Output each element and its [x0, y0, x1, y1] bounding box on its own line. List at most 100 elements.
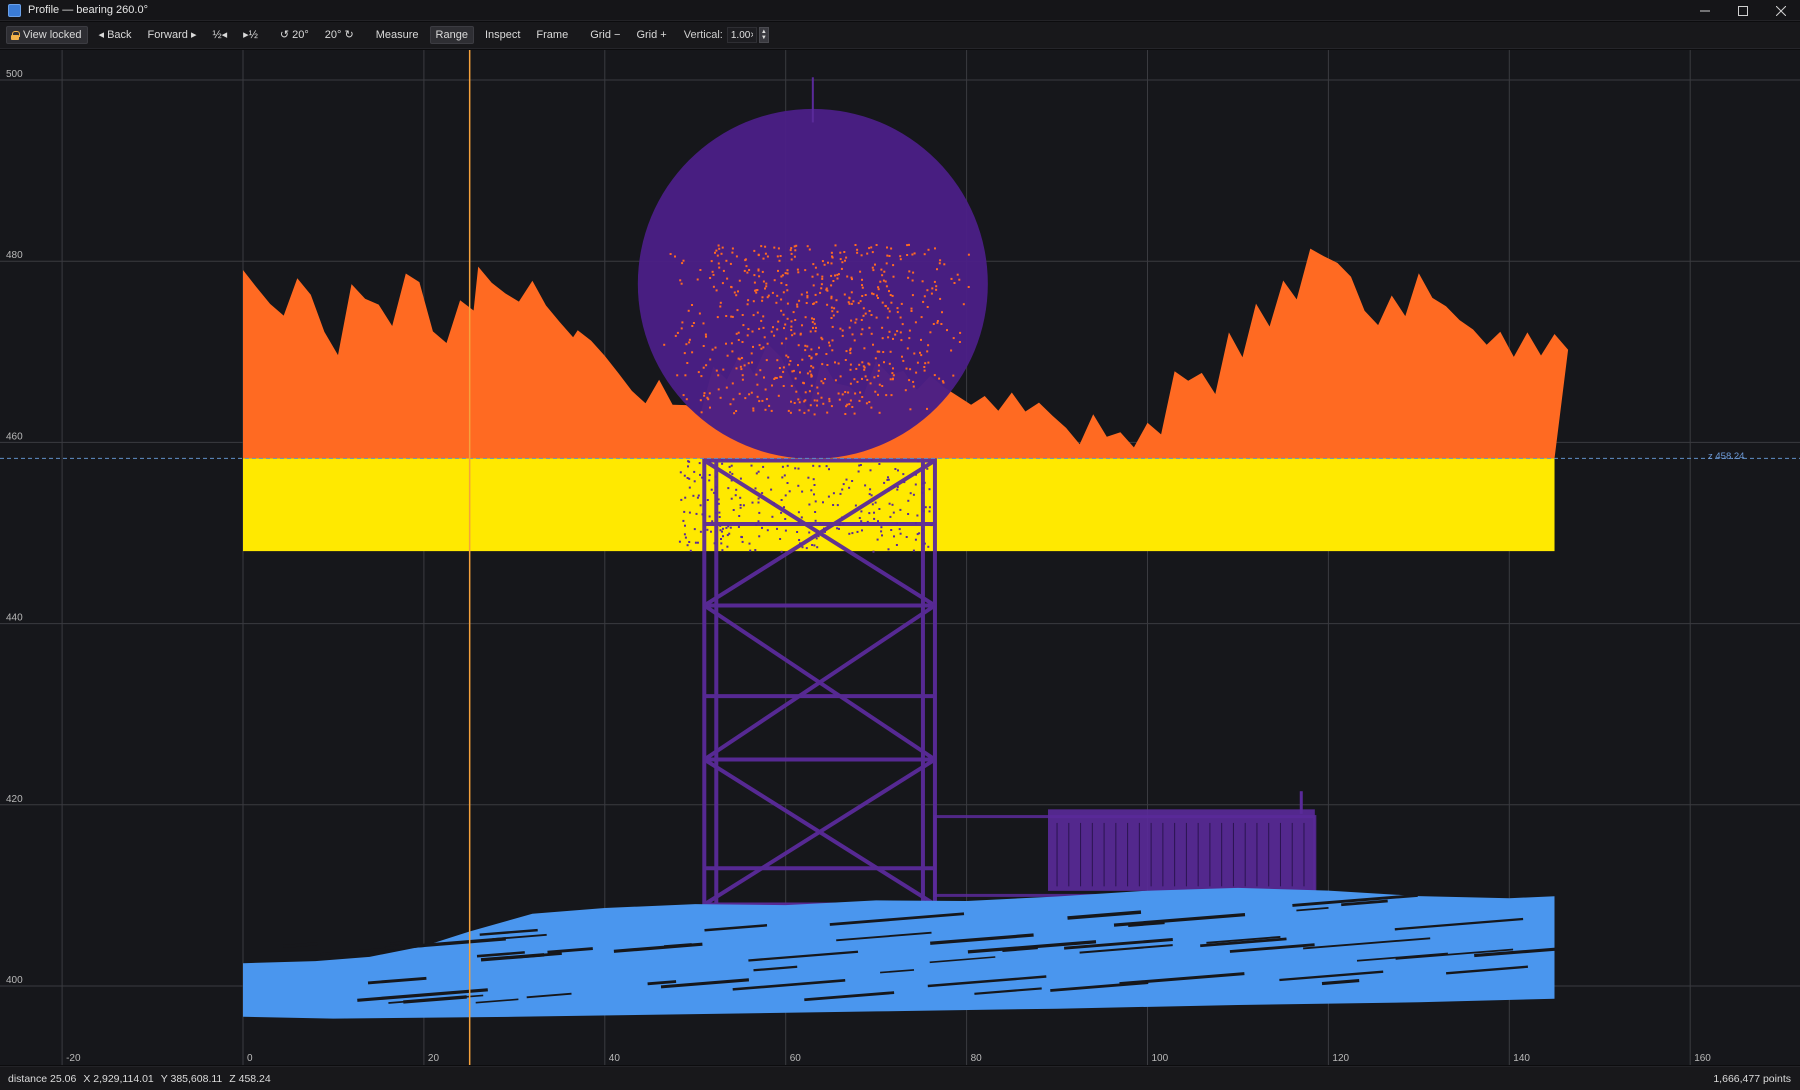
tower-speckle-point	[923, 542, 926, 545]
dome-speckle-point	[837, 362, 840, 365]
view-locked-button[interactable]: View locked	[6, 26, 88, 44]
dome-speckle-point	[952, 374, 955, 377]
tower-speckle-point	[916, 533, 919, 536]
dome-speckle-point	[773, 378, 776, 380]
tower-speckle-point	[794, 467, 797, 470]
tower-speckle-point	[838, 527, 840, 530]
rotate-left-button[interactable]: ↺ 20°	[275, 26, 314, 44]
dome-speckle-point	[782, 385, 785, 387]
inspect-button[interactable]: Inspect	[480, 26, 525, 44]
dome-speckle-point	[778, 367, 781, 369]
dome-speckle-point	[731, 315, 734, 318]
maximize-button[interactable]	[1724, 0, 1762, 21]
tower-speckle-point	[808, 531, 811, 534]
dome-speckle-point	[784, 272, 787, 275]
dome-speckle-point	[676, 331, 679, 334]
dome-speckle-point	[922, 300, 925, 303]
tower-speckle-point	[718, 511, 721, 514]
dome-speckle-point	[761, 296, 764, 299]
dome-speckle-point	[806, 245, 809, 248]
measure-button[interactable]: Measure	[371, 26, 424, 44]
dome-speckle-point	[815, 353, 818, 355]
tower-speckle-point	[726, 545, 729, 548]
zoom-out-button[interactable]: ▸½	[238, 26, 263, 44]
dome-speckle-point	[756, 383, 759, 386]
dome-speckle-point	[894, 333, 897, 336]
tower-speckle-point	[827, 495, 830, 498]
dome-speckle-point	[679, 279, 682, 282]
tower-speckle-point	[922, 510, 925, 513]
dome-speckle-point	[929, 331, 932, 334]
dome-speckle-point	[938, 262, 941, 265]
dome-speckle-point	[828, 400, 831, 403]
x-tick-label: 20	[428, 1053, 440, 1064]
dome-speckle-point	[758, 400, 761, 403]
range-button[interactable]: Range	[429, 26, 474, 44]
dome-speckle-point	[809, 404, 812, 407]
tower-speckle-point	[824, 530, 826, 533]
dome-speckle-point	[703, 394, 706, 397]
grid-plus-button[interactable]: Grid +	[631, 26, 671, 44]
tower-speckle-point	[799, 542, 802, 545]
back-button[interactable]: ◂ Back	[94, 26, 137, 44]
dome-speckle-point	[806, 294, 809, 297]
dome-speckle-point	[874, 390, 877, 393]
dome-speckle-point	[708, 392, 711, 395]
dome-speckle-point	[870, 406, 873, 409]
dome-speckle-point	[810, 384, 813, 387]
dome-speckle-point	[870, 332, 873, 335]
dome-speckle-point	[716, 254, 719, 257]
tower-speckle-point	[693, 470, 696, 473]
dome-speckle-point	[810, 356, 813, 359]
vertical-spinner[interactable]: ▲ ▼	[758, 27, 769, 43]
dome-speckle-point	[881, 274, 884, 277]
profile-canvas[interactable]: -20 0 20 40 60 80 100 120 140 160 500 480 460 440 420…	[0, 50, 1800, 1065]
minimize-button[interactable]	[1686, 0, 1724, 21]
zoom-in-button[interactable]: ½◂	[207, 26, 232, 44]
tower-speckle-point	[832, 504, 835, 506]
dome-speckle-point	[908, 243, 910, 246]
tower-speckle-point	[823, 527, 825, 530]
y-tick-label: 500	[6, 69, 23, 80]
app-icon	[8, 3, 21, 17]
dome-speckle-point	[839, 327, 842, 330]
dome-speckle-point	[821, 260, 824, 263]
rotate-right-button[interactable]: 20° ↻	[320, 26, 359, 44]
dome-speckle-point	[883, 270, 886, 273]
dome-speckle-point	[744, 259, 747, 262]
tower-speckle-point	[680, 498, 683, 501]
dome-speckle-point	[810, 348, 813, 351]
tower-speckle-point	[754, 487, 757, 490]
dome-speckle-point	[851, 406, 854, 408]
dome-speckle-point	[700, 411, 703, 414]
tower-speckle-point	[897, 469, 899, 472]
tower-speckle-point	[887, 548, 890, 551]
dome-speckle-point	[795, 390, 798, 393]
forward-button[interactable]: Forward ▸	[143, 26, 202, 44]
dome-speckle-point	[786, 289, 789, 292]
close-button[interactable]	[1762, 0, 1800, 21]
dome-speckle-point	[936, 321, 939, 324]
tower-speckle-point	[873, 511, 875, 514]
dome-speckle-point	[833, 307, 836, 310]
dome-speckle-point	[834, 244, 837, 247]
dome-speckle-point	[920, 354, 923, 357]
profile-view[interactable]: -20 0 20 40 60 80 100 120 140 160 500 480 460 440 420…	[0, 50, 1800, 1065]
dome-speckle-point	[681, 262, 684, 265]
dome-speckle-point	[820, 283, 823, 286]
tower-speckle-point	[880, 530, 883, 533]
grid-minus-button[interactable]: Grid −	[585, 26, 625, 44]
dome-speckle-point	[884, 280, 887, 283]
dome-speckle-point	[748, 269, 751, 271]
dome-speckle-point	[863, 347, 866, 350]
dome-speckle-point	[889, 294, 892, 296]
dome-speckle-point	[911, 294, 914, 297]
dome-speckle-point	[933, 280, 936, 283]
tower-speckle-point	[732, 509, 735, 511]
tower-speckle-point	[869, 469, 872, 472]
dome-speckle-point	[912, 380, 915, 383]
dome-speckle-point	[711, 348, 714, 351]
vertical-exaggeration-input[interactable]	[726, 27, 757, 43]
frame-button[interactable]: Frame	[531, 26, 573, 44]
dome-speckle-point	[691, 304, 693, 306]
